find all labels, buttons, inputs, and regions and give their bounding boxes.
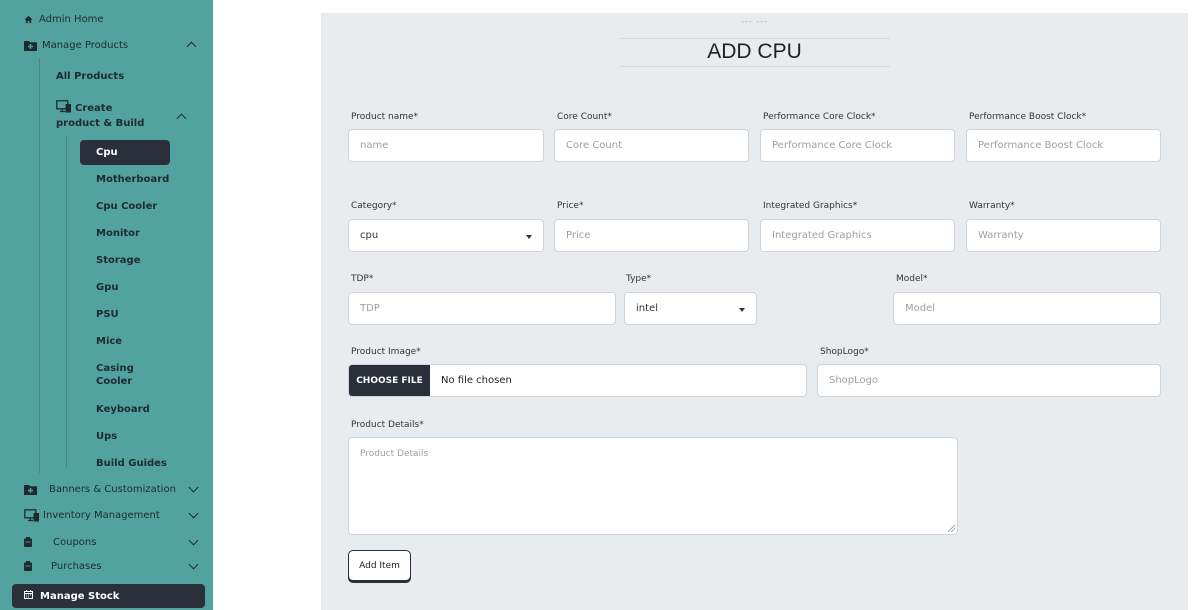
model-label: Model* — [896, 274, 928, 284]
type-value: intel — [636, 303, 658, 314]
sidebar-sub-mice[interactable]: Mice — [96, 335, 122, 348]
sidebar-sub-cpu[interactable]: Cpu — [80, 140, 170, 165]
sidebar-item-inventory[interactable]: Inventory Management — [24, 508, 213, 522]
add-item-button[interactable]: Add Item — [348, 550, 411, 581]
sidebar-item-label: Purchases — [51, 560, 102, 572]
category-value: cpu — [360, 230, 379, 241]
choose-file-button[interactable]: CHOOSE FILE — [349, 365, 430, 396]
product-name-label: Product name* — [351, 112, 419, 122]
shop-logo-input[interactable]: ShopLogo — [817, 364, 1161, 397]
core-count-label: Core Count* — [557, 112, 612, 122]
create-label-line1: Create — [75, 103, 113, 114]
page-title: ADD CPU — [707, 40, 802, 63]
sidebar-item-manage-stock[interactable]: Manage Stock — [12, 584, 205, 608]
breadcrumb: --- --- — [741, 17, 768, 26]
sidebar-item-purchases[interactable]: Purchases — [24, 559, 213, 573]
sidebar-sub-cpu-cooler[interactable]: Cpu Cooler — [96, 200, 157, 213]
price-input[interactable]: Price — [554, 219, 749, 252]
type-select[interactable]: intel — [624, 292, 757, 325]
product-details-label: Product Details* — [351, 420, 424, 430]
form-panel: --- --- ADD CPU Product name* name Core … — [321, 13, 1188, 610]
sidebar-item-admin-home[interactable]: Admin Home — [24, 13, 104, 26]
type-label: Type* — [626, 274, 652, 284]
sidebar-item-label: Manage Products — [42, 39, 129, 51]
sidebar-sub-monitor[interactable]: Monitor — [96, 227, 140, 240]
sidebar-sub-storage[interactable]: Storage — [96, 254, 140, 267]
tdp-input[interactable]: TDP — [348, 292, 616, 325]
product-name-input[interactable]: name — [348, 129, 544, 162]
perf-boost-clock-label: Performance Boost Clock* — [969, 112, 1087, 122]
chevron-up-icon — [176, 113, 187, 124]
calendar-icon — [24, 590, 33, 602]
sidebar-item-manage-products[interactable]: Manage Products — [24, 38, 213, 52]
sidebar-item-label: Inventory Management — [43, 509, 160, 521]
category-label: Category* — [351, 201, 397, 211]
sidebar-item-banners[interactable]: Banners & Customization — [24, 482, 213, 496]
folder-plus-icon — [24, 40, 37, 51]
sidebar-item-coupons[interactable]: Coupons — [24, 535, 213, 549]
sidebar-sub-casing-cooler[interactable]: Casing Cooler — [96, 362, 134, 388]
sidebar-sub-build-guides[interactable]: Build Guides — [96, 457, 167, 470]
clipboard-icon — [24, 537, 32, 547]
subtree-line — [66, 136, 67, 468]
integrated-graphics-label: Integrated Graphics* — [763, 201, 858, 211]
home-icon — [24, 15, 33, 24]
perf-boost-clock-input[interactable]: Performance Boost Clock — [966, 129, 1161, 162]
warranty-label: Warranty* — [969, 201, 1015, 211]
perf-core-clock-input[interactable]: Performance Core Clock — [760, 129, 955, 162]
sidebar: Admin Home Manage Products All Products … — [0, 0, 213, 610]
category-select[interactable]: cpu — [348, 219, 544, 252]
product-details-placeholder: Product Details — [360, 449, 429, 459]
sub-label: Cpu — [96, 147, 118, 158]
sidebar-item-label: Create product & Build — [56, 101, 144, 131]
sidebar-item-label: All Products — [56, 71, 125, 82]
file-status: No file chosen — [441, 375, 512, 386]
sidebar-item-label: Admin Home — [39, 14, 104, 25]
caret-down-icon — [739, 308, 745, 312]
sidebar-item-create-build[interactable]: Create product & Build — [56, 100, 213, 130]
perf-core-clock-label: Performance Core Clock* — [763, 112, 876, 122]
sidebar-item-all-products[interactable]: All Products — [56, 70, 124, 83]
integrated-graphics-input[interactable]: Integrated Graphics — [760, 219, 955, 252]
sidebar-sub-gpu[interactable]: Gpu — [96, 281, 119, 294]
sidebar-item-label: Manage Stock — [40, 590, 120, 602]
core-count-input[interactable]: Core Count — [554, 129, 749, 162]
chevron-down-icon — [188, 482, 199, 492]
clipboard-icon — [24, 561, 32, 571]
chevron-down-icon — [188, 508, 199, 518]
chevron-up-icon — [186, 41, 197, 52]
sidebar-sub-ups[interactable]: Ups — [96, 430, 117, 443]
product-details-textarea[interactable]: Product Details — [348, 437, 958, 535]
sidebar-sub-psu[interactable]: PSU — [96, 308, 119, 321]
folder-plus-icon — [24, 484, 37, 495]
product-image-label: Product Image* — [351, 347, 421, 357]
sidebar-sub-keyboard[interactable]: Keyboard — [96, 403, 150, 416]
model-input[interactable]: Model — [893, 292, 1161, 325]
sub-label-line2: Cooler — [96, 376, 133, 387]
resize-grip-icon[interactable] — [948, 525, 955, 532]
sidebar-item-label: Banners & Customization — [49, 483, 176, 495]
product-image-file-input[interactable]: CHOOSE FILE No file chosen — [348, 364, 807, 397]
create-label-line2: product & Build — [56, 118, 145, 129]
chevron-down-icon — [188, 559, 199, 569]
caret-down-icon — [526, 235, 532, 239]
sidebar-sub-motherboard[interactable]: Motherboard — [96, 173, 169, 186]
price-label: Price* — [557, 201, 584, 211]
chevron-down-icon — [188, 535, 199, 545]
tdp-label: TDP* — [351, 274, 374, 284]
warranty-input[interactable]: Warranty — [966, 219, 1161, 252]
tree-line — [39, 58, 40, 473]
shop-logo-label: ShopLogo* — [820, 347, 869, 357]
sidebar-item-label: Coupons — [53, 536, 97, 548]
computer-icon — [24, 508, 40, 522]
sub-label-line1: Casing — [96, 363, 134, 374]
